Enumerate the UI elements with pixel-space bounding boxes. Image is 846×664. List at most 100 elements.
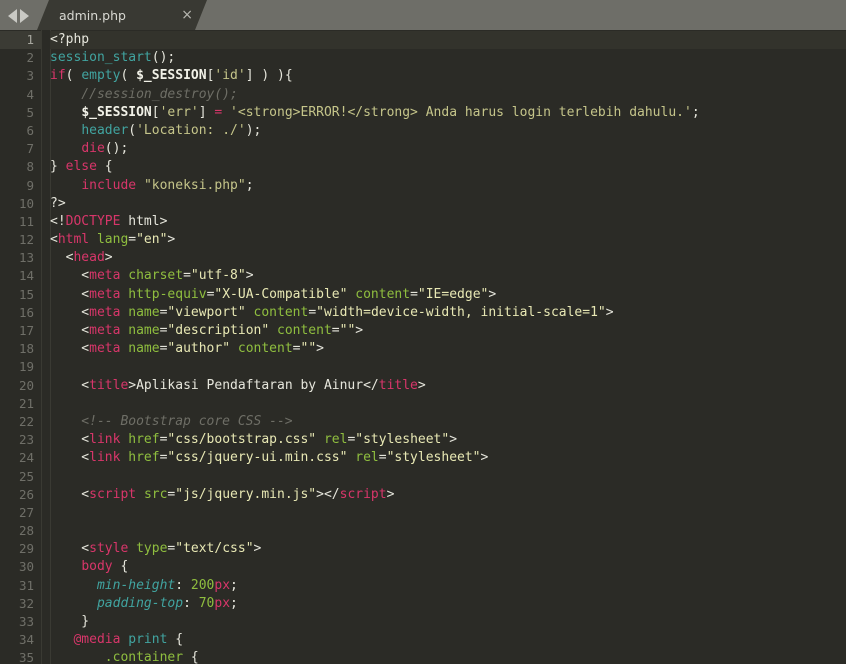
code-token: title bbox=[89, 377, 129, 393]
code-token: </ bbox=[363, 377, 379, 393]
code-line[interactable]: .container { bbox=[50, 649, 846, 664]
code-line[interactable]: } bbox=[50, 613, 846, 631]
code-line[interactable]: <!DOCTYPE html> bbox=[50, 213, 846, 231]
code-token: meta bbox=[89, 268, 121, 284]
code-line[interactable] bbox=[50, 504, 846, 522]
code-line[interactable]: <link href="css/bootstrap.css" rel="styl… bbox=[50, 431, 846, 449]
code-token: content bbox=[277, 323, 332, 338]
code-token: type bbox=[136, 541, 168, 557]
code-line[interactable]: <head> bbox=[50, 249, 846, 267]
code-token: ] ) ){ bbox=[245, 68, 293, 84]
code-line[interactable]: $_SESSION['err'] = '<strong>ERROR!</stro… bbox=[50, 104, 846, 122]
code-token: content bbox=[253, 304, 309, 320]
code-line[interactable] bbox=[50, 468, 846, 486]
code-token: <?php bbox=[50, 32, 90, 47]
code-content[interactable]: <?php session_start(); if( empty( $_SESSIO… bbox=[42, 30, 846, 664]
code-line[interactable]: <meta http-equiv = "X-UA-Compatible" conte… bbox=[50, 286, 846, 304]
code-token: > bbox=[355, 323, 364, 338]
code-line[interactable]: <meta charset="utf-8"> bbox=[50, 267, 846, 285]
code-token: "stylesheet" bbox=[355, 432, 450, 448]
code-line[interactable]: include "koneksi.php"; bbox=[50, 177, 846, 195]
line-number: 35 bbox=[18, 650, 34, 664]
code-token: "author" bbox=[167, 341, 231, 357]
code-line[interactable]: <link href="css/jquery-ui.min.css" rel="… bbox=[50, 449, 846, 467]
code-line[interactable] bbox=[50, 522, 846, 540]
line-number: 32 bbox=[18, 595, 34, 611]
code-token: = bbox=[183, 268, 191, 284]
code-line[interactable]: <?php bbox=[50, 31, 846, 50]
arrow-left-icon[interactable] bbox=[8, 9, 17, 23]
line-number: 33 bbox=[18, 614, 34, 629]
code-token: > bbox=[316, 486, 324, 502]
code-line[interactable]: min-height: 200px; bbox=[50, 577, 846, 595]
code-editor[interactable]: 1 2 3 4 5 6 7 8 9 10 11 12 13 14 15 16 17 18 19 20 21 22 23 24 2… bbox=[0, 30, 846, 664]
code-token: ( bbox=[65, 68, 82, 84]
code-line[interactable]: <style type="text/css"> bbox=[50, 540, 846, 558]
code-line[interactable]: <meta name="author" content=""> bbox=[50, 340, 846, 358]
line-number: 34 bbox=[18, 632, 34, 648]
code-line[interactable]: <!-- Bootstrap core CSS --> bbox=[50, 413, 846, 431]
editor-tab[interactable]: admin.php × bbox=[37, 0, 207, 30]
code-line[interactable]: <script src="js/jquery.min.js"></script> bbox=[50, 486, 846, 504]
line-number: 19 bbox=[18, 359, 34, 375]
code-token: > bbox=[128, 377, 137, 393]
code-token: > bbox=[605, 304, 614, 320]
code-line[interactable]: header('Location: ./'); bbox=[50, 122, 846, 140]
code-line[interactable]: //session_destroy(); bbox=[50, 86, 846, 104]
code-line[interactable]: padding-top: 70px; bbox=[50, 595, 846, 613]
code-token: style bbox=[89, 541, 129, 557]
line-number: 7 bbox=[26, 141, 34, 157]
code-token: < bbox=[50, 323, 90, 338]
code-token: "text/css" bbox=[175, 541, 254, 557]
code-token: link bbox=[89, 450, 121, 466]
code-token: "X-UA-Compatible" bbox=[214, 286, 348, 302]
code-token: "css/bootstrap.css" bbox=[167, 432, 317, 448]
code-token: : bbox=[183, 595, 199, 611]
code-line[interactable]: body { bbox=[50, 558, 846, 576]
code-line[interactable]: <title>Aplikasi Pendaftaran by Ainur</ti… bbox=[50, 377, 846, 395]
code-token: <! bbox=[50, 213, 66, 229]
code-line[interactable]: ?> bbox=[50, 195, 846, 213]
code-token: ( bbox=[128, 122, 137, 138]
code-line[interactable]: @media print { bbox=[50, 631, 846, 649]
code-line[interactable]: <html lang="en"> bbox=[50, 231, 846, 249]
line-number: 16 bbox=[18, 304, 34, 320]
line-number: 24 bbox=[18, 450, 34, 466]
close-icon[interactable]: × bbox=[181, 8, 193, 22]
code-line[interactable]: } else { bbox=[50, 158, 846, 176]
arrow-right-icon[interactable] bbox=[20, 9, 29, 23]
code-token: < bbox=[50, 541, 90, 557]
code-token: name bbox=[128, 323, 160, 338]
code-token: ; bbox=[691, 104, 700, 120]
code-token: px bbox=[214, 595, 231, 611]
code-token: meta bbox=[89, 341, 121, 357]
code-line[interactable]: session_start(); bbox=[50, 49, 846, 67]
code-line[interactable]: if( empty( $_SESSION['id'] ) ){ bbox=[50, 67, 846, 85]
code-token: "js/jquery.min.js" bbox=[175, 486, 317, 502]
code-token: rel bbox=[355, 450, 379, 466]
line-number: 5 bbox=[26, 104, 34, 120]
line-number: 12 bbox=[18, 232, 34, 248]
code-line[interactable] bbox=[50, 358, 846, 376]
code-token: @media bbox=[73, 632, 121, 648]
line-number: 28 bbox=[18, 523, 34, 539]
code-token: "en" bbox=[136, 232, 168, 248]
code-line[interactable]: <meta name="viewport" content="width=dev… bbox=[50, 304, 846, 322]
code-token: > bbox=[253, 541, 262, 557]
code-token: link bbox=[89, 432, 121, 448]
code-token: rel bbox=[323, 432, 348, 448]
code-token: "IE=edge" bbox=[417, 286, 489, 302]
code-token: body bbox=[81, 559, 113, 575]
code-line[interactable] bbox=[50, 395, 846, 413]
code-line[interactable]: <meta name="description" content=""> bbox=[50, 322, 846, 340]
code-line[interactable]: die(); bbox=[50, 140, 846, 158]
line-number: 25 bbox=[18, 468, 34, 484]
code-token: include bbox=[81, 177, 137, 193]
code-token: //session_destroy(); bbox=[50, 86, 238, 102]
